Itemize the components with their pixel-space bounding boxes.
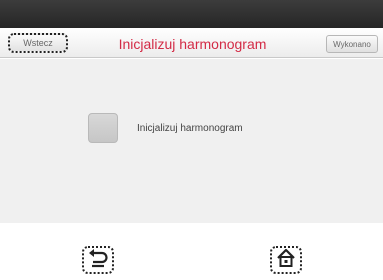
home-icon xyxy=(275,248,297,273)
initialize-schedule-option[interactable]: Inicjalizuj harmonogram xyxy=(88,113,328,143)
bottom-nav-bar xyxy=(0,223,383,280)
screen: Wstecz Inicjalizuj harmonogram Wykonano … xyxy=(0,0,383,280)
status-bar xyxy=(0,0,383,28)
home-nav-button[interactable] xyxy=(270,246,302,274)
page-title: Inicjalizuj harmonogram xyxy=(118,36,267,52)
done-button[interactable]: Wykonano xyxy=(326,35,378,53)
back-arrow-icon xyxy=(87,248,109,273)
back-nav-button[interactable] xyxy=(82,246,114,274)
back-button[interactable]: Wstecz xyxy=(8,33,68,53)
initialize-schedule-label: Inicjalizuj harmonogram xyxy=(137,122,243,134)
initialize-schedule-checkbox[interactable] xyxy=(88,113,118,143)
